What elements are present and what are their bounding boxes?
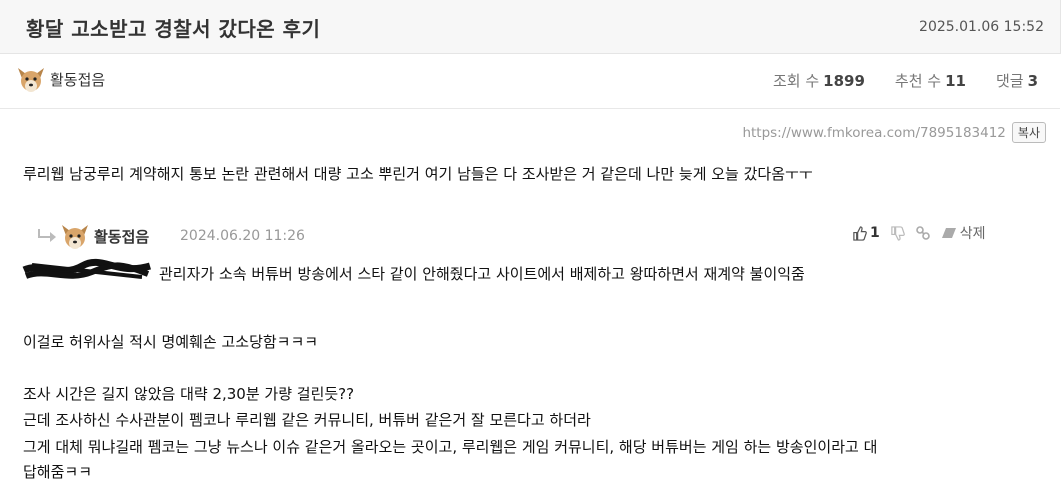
post-title: 황달 고소받고 경찰서 갔다온 후기: [26, 17, 321, 41]
body-paragraph-1: 루리웹 남궁루리 계약해지 통보 논란 관련해서 대량 고소 뿌린거 여기 남들…: [23, 165, 813, 183]
post-date: 2025.01.06 15:52: [919, 19, 1044, 35]
comments-label: 댓글: [995, 72, 1024, 90]
like-count: 1: [870, 225, 880, 241]
delete-label: 삭제: [959, 226, 986, 242]
post-url[interactable]: https://www.fmkorea.com/7895183412: [742, 125, 1005, 141]
delete-button[interactable]: 삭제: [941, 223, 986, 243]
like-button[interactable]: 1: [852, 225, 880, 241]
thumb-down-icon[interactable]: [890, 225, 905, 241]
post-url-row: https://www.fmkorea.com/7895183412 복사: [742, 122, 1046, 143]
body-paragraph-3: 조사 시간은 길지 않았음 대략 2,30분 가량 걸린듯??: [23, 385, 355, 403]
views-count: 1899: [823, 72, 865, 90]
post-meta: 활동접음 조회 수 1899 추천 수 11 댓글 3: [0, 54, 1060, 109]
eraser-icon: [941, 228, 956, 238]
comments-count: 3: [1027, 72, 1038, 90]
body-paragraph-5-cont: 답해줌ㅋㅋ: [23, 463, 93, 481]
dog-avatar-icon[interactable]: [59, 221, 91, 253]
thumb-up-icon: [853, 225, 867, 241]
quote-text: 관리자가 소속 버튜버 방송에서 스타 같이 안해줬다고 사이트에서 배제하고 …: [159, 265, 805, 283]
link-icon[interactable]: [915, 225, 931, 241]
copy-url-button[interactable]: 복사: [1011, 122, 1046, 143]
views-stat: 조회 수 1899: [773, 70, 865, 91]
post-stats: 조회 수 1899 추천 수 11 댓글 3: [773, 70, 1038, 91]
quote-actions: 1 삭제: [852, 223, 986, 243]
redacted-scribble: [22, 258, 152, 279]
author-name[interactable]: 활동접음: [50, 69, 105, 90]
likes-stat: 추천 수 11: [895, 70, 966, 91]
quote-date: 2024.06.20 11:26: [180, 228, 305, 244]
likes-label: 추천 수: [894, 72, 942, 90]
views-label: 조회 수: [772, 72, 820, 90]
reply-arrow-icon: [38, 229, 56, 242]
post-header: 황달 고소받고 경찰서 갔다온 후기 2025.01.06 15:52: [0, 0, 1061, 54]
body-paragraph-2: 이걸로 허위사실 적시 명예훼손 고소당함ㅋㅋㅋ: [23, 333, 319, 351]
quote-author-name[interactable]: 활동접음: [94, 226, 149, 247]
comments-stat[interactable]: 댓글 3: [996, 70, 1038, 91]
body-paragraph-4: 근데 조사하신 수사관분이 펨코나 루리웹 같은 커뮤니티, 버튜버 같은거 잘…: [23, 411, 591, 429]
dog-avatar-icon[interactable]: [15, 64, 47, 96]
likes-count: 11: [945, 72, 966, 90]
body-paragraph-5: 그게 대체 뭐냐길래 펨코는 그냥 뉴스나 이슈 같은거 올라오는 곳이고, 루…: [23, 438, 878, 456]
